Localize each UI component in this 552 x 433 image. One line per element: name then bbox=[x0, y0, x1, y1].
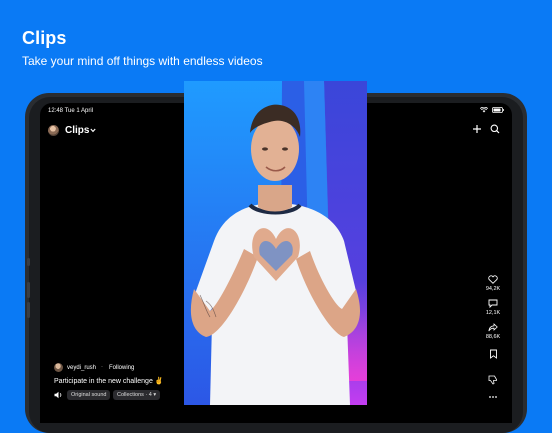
plus-icon[interactable] bbox=[472, 124, 482, 134]
thumbs-down-icon bbox=[488, 375, 497, 385]
more-icon bbox=[489, 396, 497, 398]
volume-icon[interactable] bbox=[54, 391, 63, 399]
share-button[interactable]: 88,6K bbox=[478, 323, 508, 340]
comment-icon bbox=[488, 299, 498, 308]
status-time: 12:48 Tue 1 April bbox=[48, 108, 94, 114]
share-count: 88,6K bbox=[485, 334, 501, 340]
post-caption: Participate in the new challenge ✌ bbox=[54, 378, 164, 385]
author-name[interactable]: veydi_rush bbox=[67, 365, 96, 371]
video-player[interactable] bbox=[184, 81, 367, 405]
search-icon[interactable] bbox=[490, 124, 500, 134]
app-title[interactable]: Clips bbox=[65, 125, 89, 136]
battery-icon bbox=[492, 107, 504, 113]
like-button[interactable]: 94,2K bbox=[478, 275, 508, 292]
original-sound-chip[interactable]: Original sound bbox=[67, 390, 111, 400]
comment-button[interactable]: 12,1K bbox=[478, 299, 508, 316]
share-icon bbox=[488, 323, 498, 332]
promo-subtitle: Take your mind off things with endless v… bbox=[22, 54, 263, 68]
heart-icon bbox=[488, 275, 498, 284]
following-button[interactable]: Following bbox=[109, 365, 134, 371]
tablet-volume-up bbox=[27, 282, 30, 298]
comment-count: 12,1K bbox=[485, 310, 501, 316]
author-avatar[interactable] bbox=[54, 363, 63, 372]
profile-avatar[interactable] bbox=[48, 125, 59, 136]
separator-dot: · bbox=[101, 364, 103, 370]
more-button[interactable] bbox=[478, 395, 508, 399]
tablet-side-button bbox=[27, 258, 30, 266]
dislike-button[interactable] bbox=[478, 375, 508, 385]
wifi-icon bbox=[480, 107, 488, 113]
promo-title: Clips bbox=[22, 28, 67, 48]
like-count: 94,2K bbox=[485, 286, 501, 292]
collections-chip[interactable]: Collections · 4 ▾ bbox=[113, 390, 161, 400]
chevron-down-icon[interactable] bbox=[90, 128, 96, 133]
tablet-volume-down bbox=[27, 302, 30, 318]
bookmark-icon bbox=[489, 349, 497, 359]
video-frame-image bbox=[184, 81, 367, 405]
status-indicators bbox=[480, 107, 504, 113]
save-button[interactable] bbox=[478, 349, 508, 359]
